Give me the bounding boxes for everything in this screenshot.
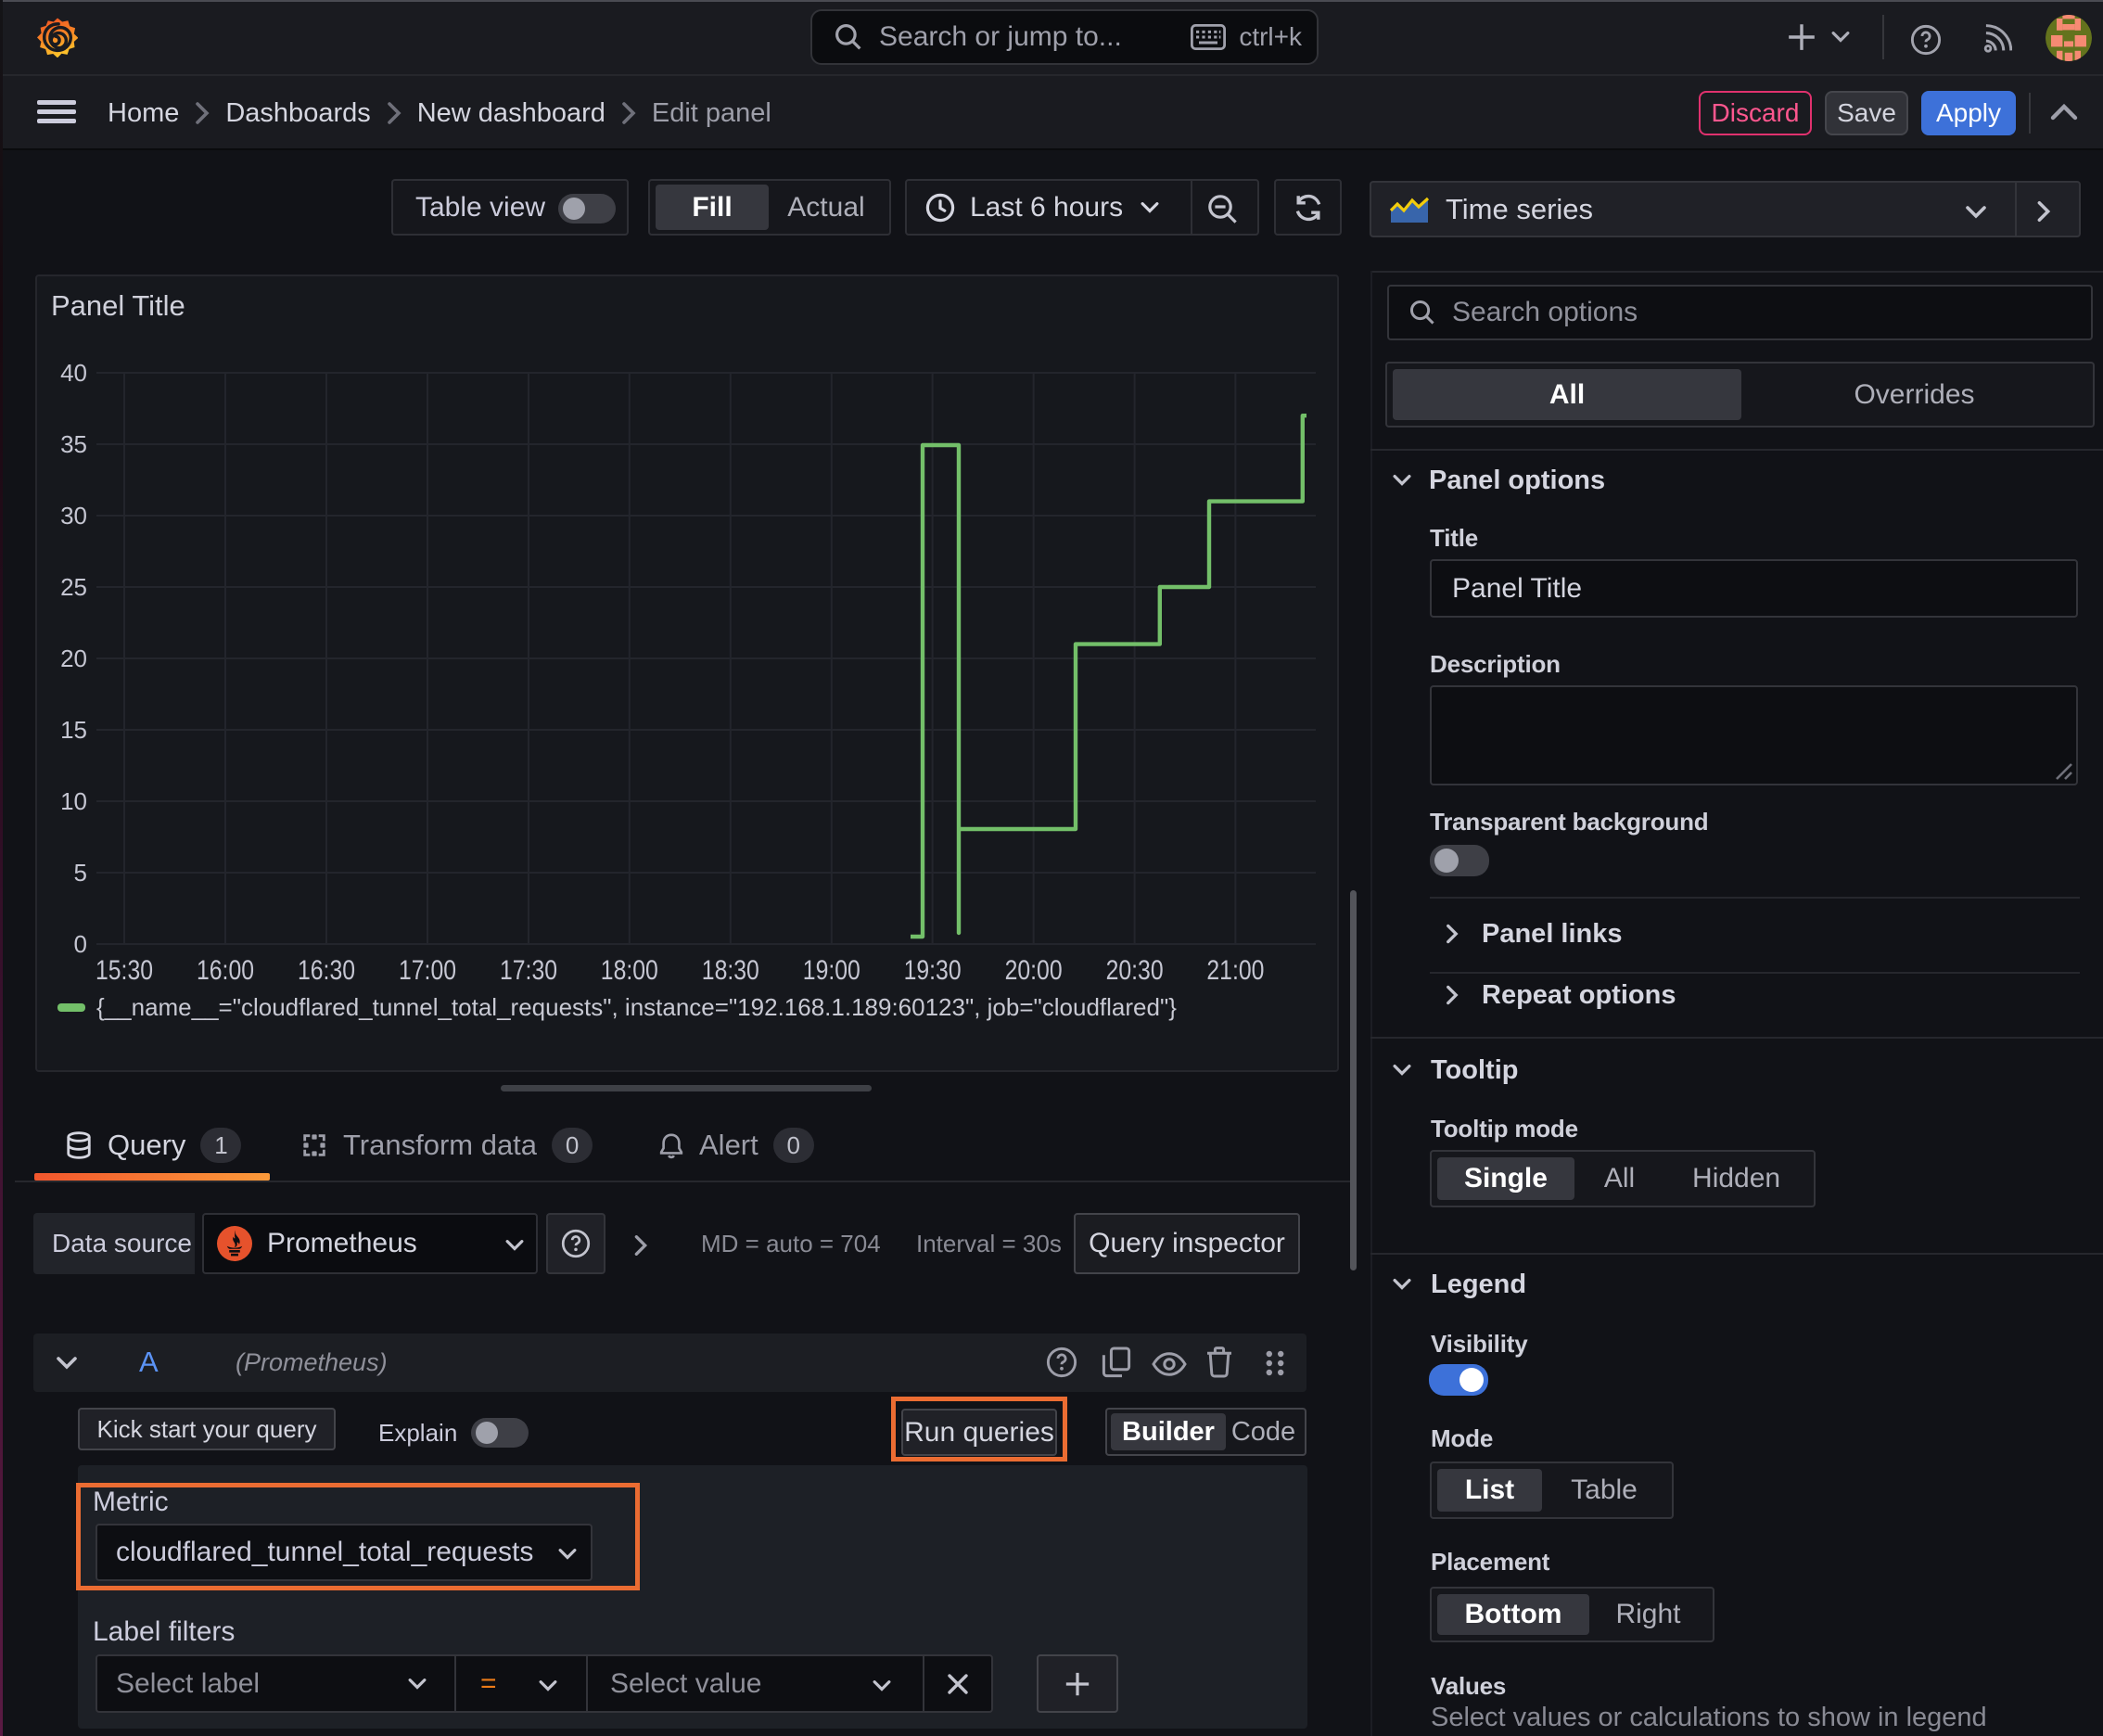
- svg-text:20: 20: [60, 645, 87, 672]
- svg-text:17:30: 17:30: [500, 955, 557, 986]
- svg-text:15:30: 15:30: [96, 955, 153, 986]
- svg-text:0: 0: [74, 930, 87, 958]
- svg-text:17:00: 17:00: [399, 955, 456, 986]
- svg-text:35: 35: [60, 430, 87, 458]
- svg-text:20:00: 20:00: [1005, 955, 1063, 986]
- svg-text:20:30: 20:30: [1106, 955, 1164, 986]
- svg-text:18:30: 18:30: [702, 955, 759, 986]
- svg-text:19:00: 19:00: [803, 955, 860, 986]
- svg-text:15: 15: [60, 716, 87, 744]
- svg-text:25: 25: [60, 573, 87, 601]
- svg-text:16:00: 16:00: [197, 955, 254, 986]
- svg-text:30: 30: [60, 502, 87, 530]
- svg-text:40: 40: [60, 359, 87, 387]
- svg-text:10: 10: [60, 787, 87, 815]
- svg-text:{__name__="cloudflared_tunnel_: {__name__="cloudflared_tunnel_total_requ…: [96, 993, 1177, 1021]
- svg-text:16:30: 16:30: [298, 955, 355, 986]
- svg-text:18:00: 18:00: [601, 955, 658, 986]
- svg-text:21:00: 21:00: [1206, 955, 1264, 986]
- svg-text:19:30: 19:30: [904, 955, 962, 986]
- svg-text:5: 5: [74, 859, 87, 887]
